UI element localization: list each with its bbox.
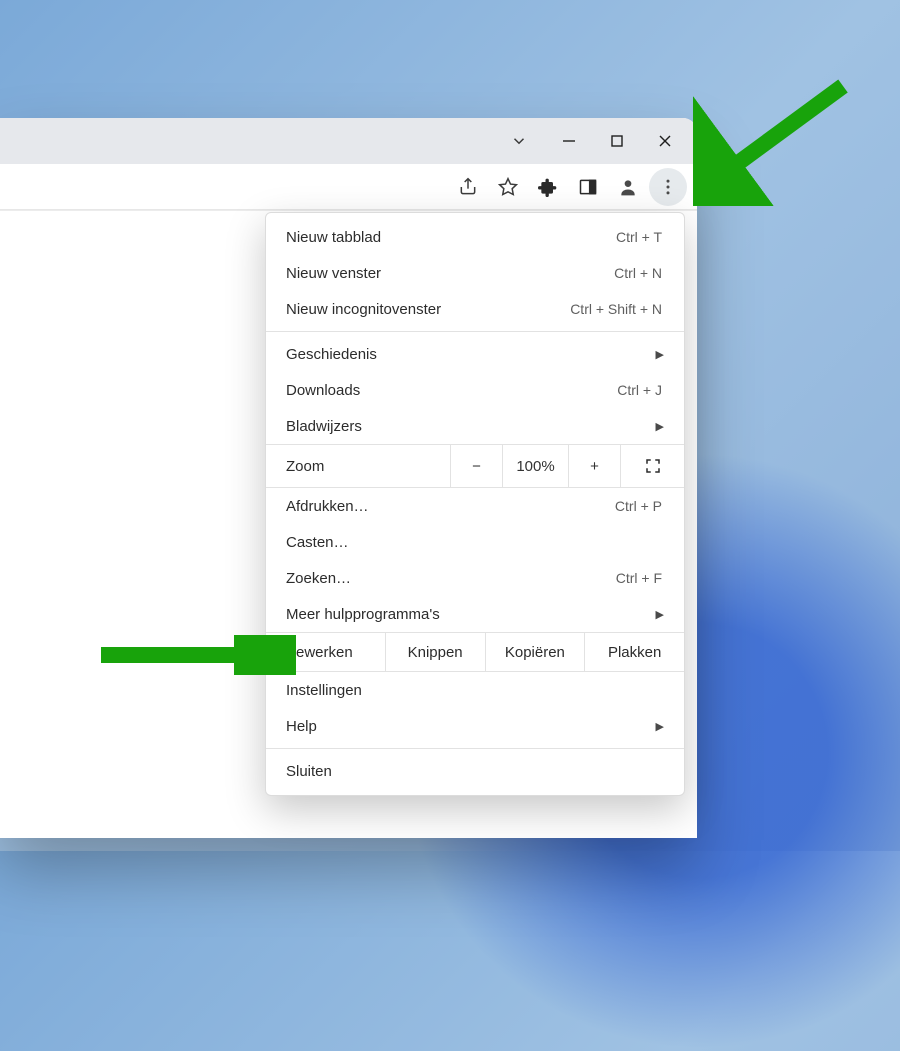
fullscreen-icon[interactable] <box>620 444 684 488</box>
menu-item-label: Zoeken… <box>286 570 616 587</box>
profile-icon[interactable] <box>609 168 647 206</box>
window-minimize-button[interactable] <box>545 118 593 164</box>
zoom-out-button[interactable]: − <box>450 444 502 488</box>
share-icon[interactable] <box>449 168 487 206</box>
menu-item-print[interactable]: Afdrukken… Ctrl + P <box>266 488 684 524</box>
menu-item-bookmarks[interactable]: Bladwijzers ▶ <box>266 408 684 444</box>
menu-item-label: Zoom <box>286 458 450 475</box>
kebab-menu-icon[interactable] <box>649 168 687 206</box>
menu-item-more-tools[interactable]: Meer hulpprogramma's ▶ <box>266 596 684 632</box>
menu-item-label: Sluiten <box>286 763 664 780</box>
menu-item-shortcut: Ctrl + N <box>614 265 662 281</box>
menu-item-exit[interactable]: Sluiten <box>266 753 684 789</box>
menu-item-new-window[interactable]: Nieuw venster Ctrl + N <box>266 255 684 291</box>
menu-item-label: Geschiedenis <box>286 346 656 363</box>
edit-cut-button[interactable]: Knippen <box>385 633 485 671</box>
menu-item-shortcut: Ctrl + T <box>616 229 662 245</box>
menu-item-find[interactable]: Zoeken… Ctrl + F <box>266 560 684 596</box>
edit-paste-button[interactable]: Plakken <box>584 633 684 671</box>
menu-item-history[interactable]: Geschiedenis ▶ <box>266 336 684 372</box>
tablist-chevron-icon[interactable] <box>501 123 537 159</box>
menu-item-edit: Bewerken Knippen Kopiëren Plakken <box>266 632 684 672</box>
menu-item-shortcut: Ctrl + P <box>615 498 662 514</box>
toolbar <box>0 164 697 210</box>
extensions-icon[interactable] <box>529 168 567 206</box>
submenu-arrow-icon: ▶ <box>656 720 664 733</box>
menu-item-new-incognito[interactable]: Nieuw incognitovenster Ctrl + Shift + N <box>266 291 684 327</box>
window-maximize-button[interactable] <box>593 118 641 164</box>
zoom-in-button[interactable]: + <box>568 444 620 488</box>
menu-item-label: Help <box>286 718 656 735</box>
menu-item-cast[interactable]: Casten… <box>266 524 684 560</box>
menu-item-label: Nieuw tabblad <box>286 229 616 246</box>
window-close-button[interactable] <box>641 118 689 164</box>
menu-item-shortcut: Ctrl + J <box>617 382 662 398</box>
menu-item-downloads[interactable]: Downloads Ctrl + J <box>266 372 684 408</box>
tab-strip <box>0 118 697 164</box>
menu-item-help[interactable]: Help ▶ <box>266 708 684 744</box>
menu-item-label: Nieuw incognitovenster <box>286 301 570 318</box>
submenu-arrow-icon: ▶ <box>656 608 664 621</box>
menu-item-label: Downloads <box>286 382 617 399</box>
menu-item-label: Afdrukken… <box>286 498 615 515</box>
menu-item-settings[interactable]: Instellingen <box>266 672 684 708</box>
menu-item-new-tab[interactable]: Nieuw tabblad Ctrl + T <box>266 219 684 255</box>
menu-item-label: Nieuw venster <box>286 265 614 282</box>
menu-item-label: Bladwijzers <box>286 418 656 435</box>
menu-item-shortcut: Ctrl + F <box>616 570 662 586</box>
bookmark-star-icon[interactable] <box>489 168 527 206</box>
annotation-arrow-top <box>693 76 863 206</box>
menu-item-label: Meer hulpprogramma's <box>286 606 656 623</box>
zoom-level: 100% <box>502 444 568 488</box>
edit-copy-button[interactable]: Kopiëren <box>485 633 585 671</box>
submenu-arrow-icon: ▶ <box>656 348 664 361</box>
browser-window: Nieuw tabblad Ctrl + T Nieuw venster Ctr… <box>0 118 697 838</box>
chrome-main-menu: Nieuw tabblad Ctrl + T Nieuw venster Ctr… <box>265 212 685 796</box>
side-panel-icon[interactable] <box>569 168 607 206</box>
edit-label: Bewerken <box>266 633 385 671</box>
menu-item-label: Instellingen <box>286 682 664 699</box>
menu-item-shortcut: Ctrl + Shift + N <box>570 301 662 317</box>
menu-item-zoom: Zoom − 100% + <box>266 444 684 488</box>
menu-item-label: Casten… <box>286 534 664 551</box>
submenu-arrow-icon: ▶ <box>656 420 664 433</box>
